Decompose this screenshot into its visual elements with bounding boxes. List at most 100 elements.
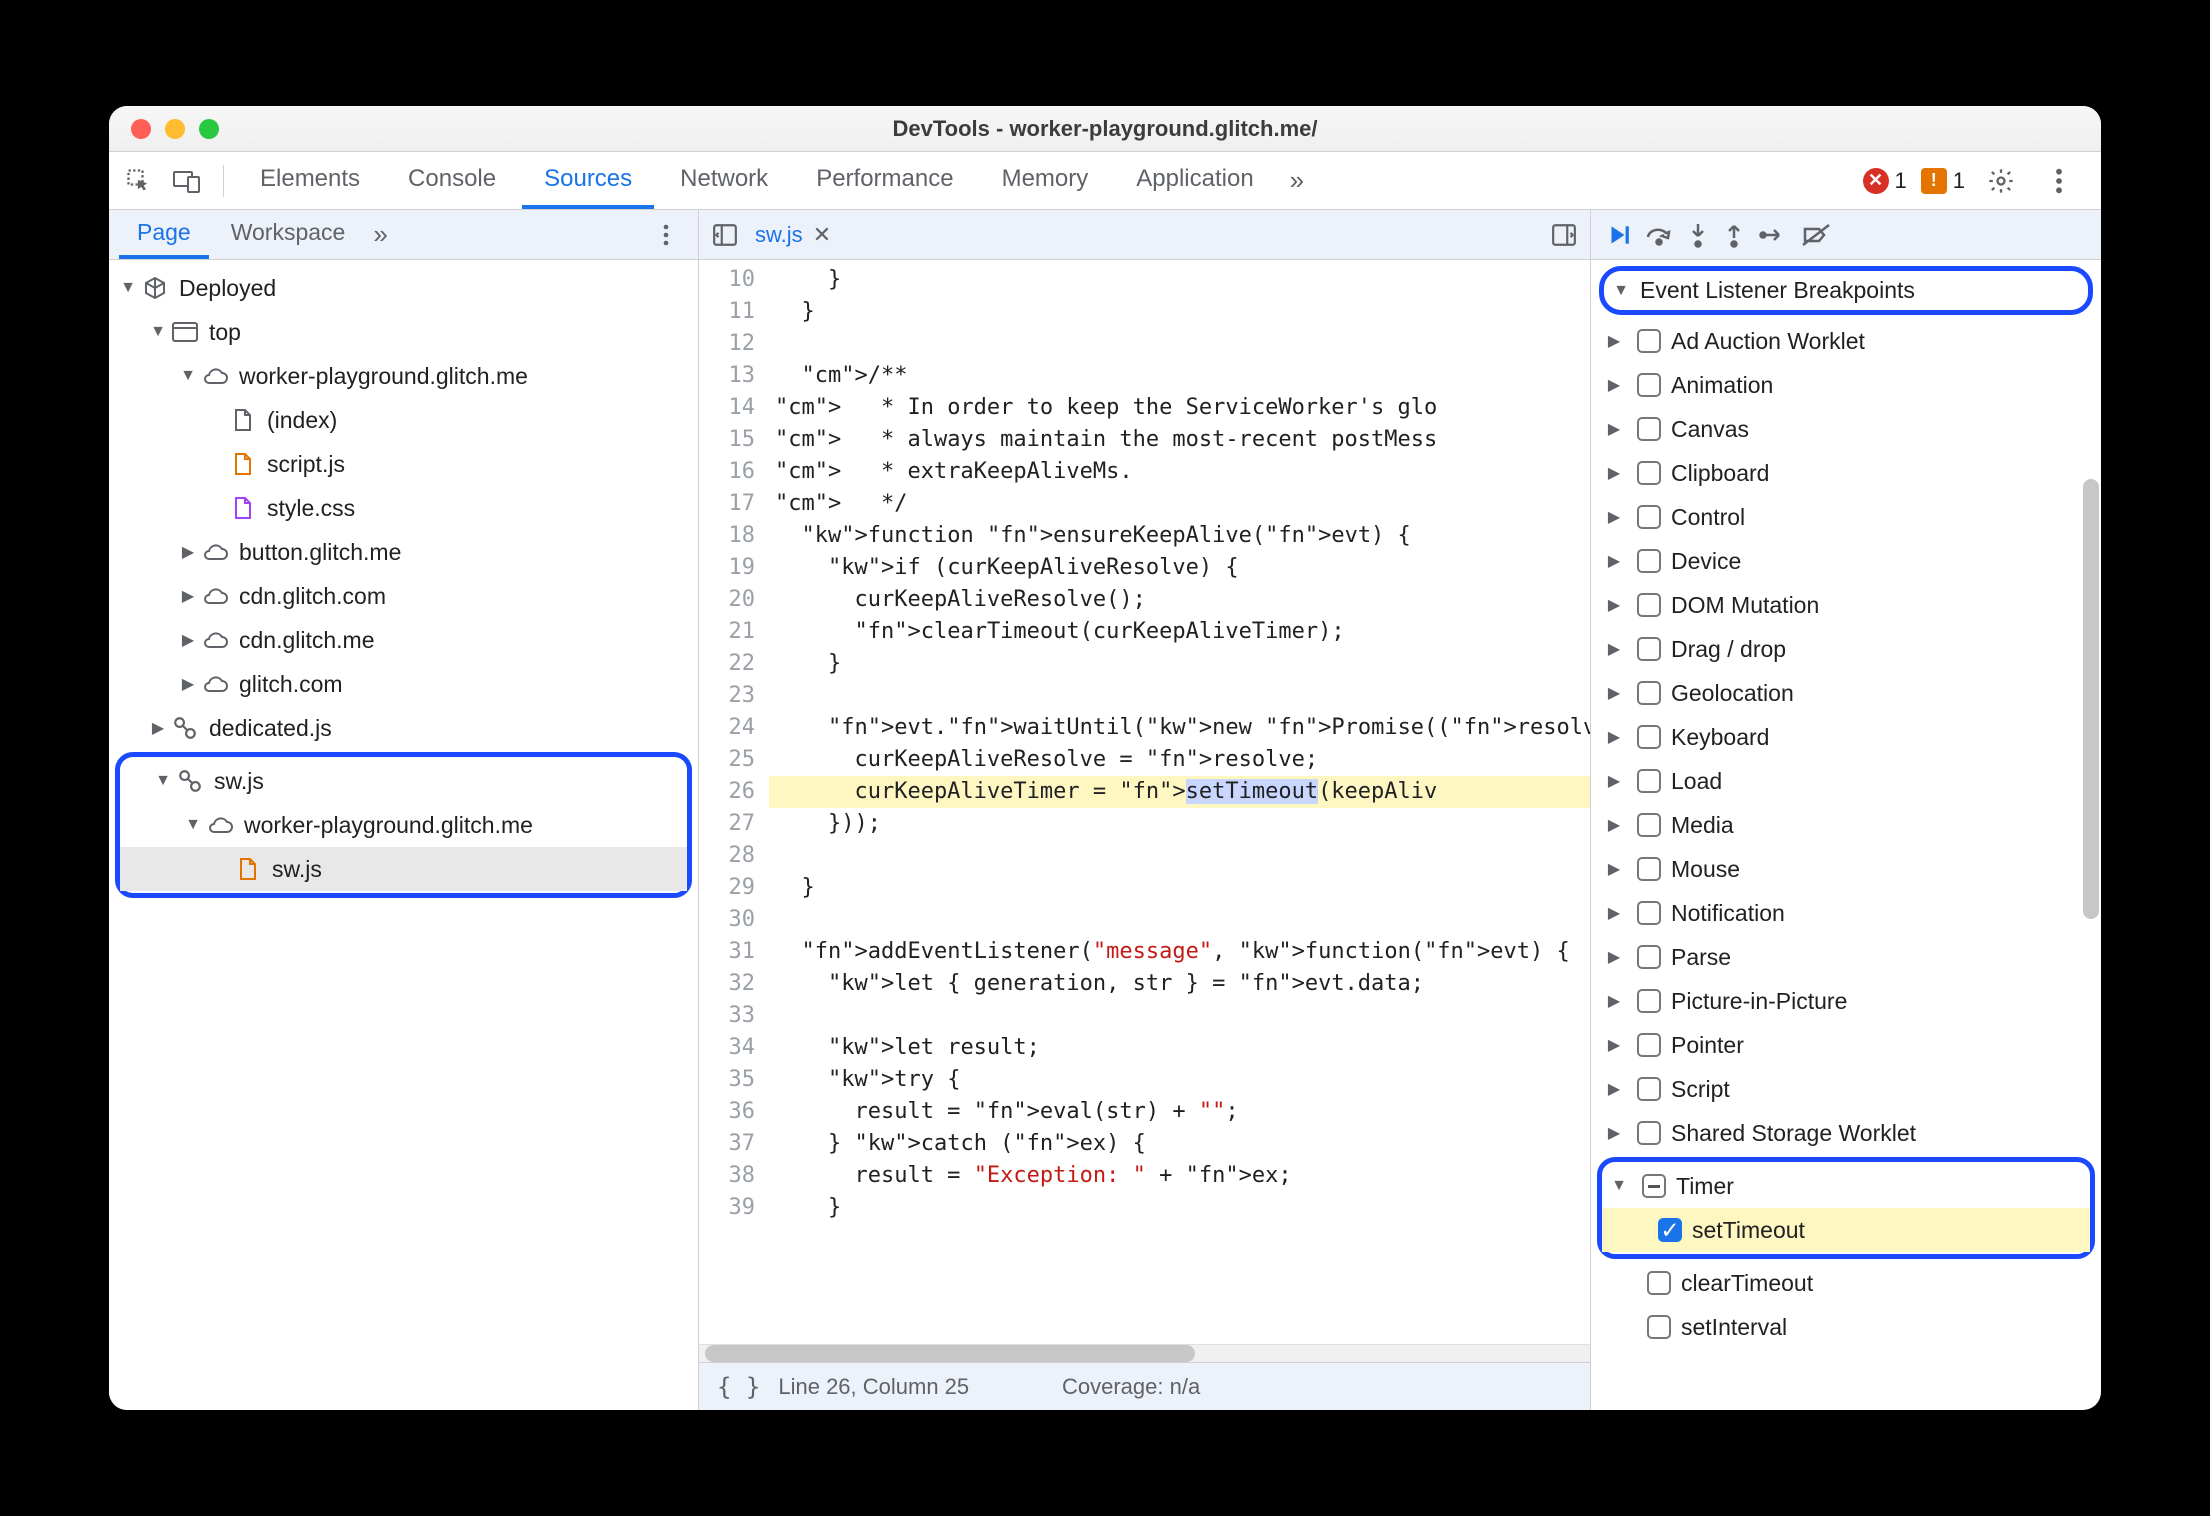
tree-domain[interactable]: ▼worker-playground.glitch.me — [109, 354, 698, 398]
category-row[interactable]: ▶Clipboard — [1591, 451, 2101, 495]
checkbox-icon[interactable] — [1637, 637, 1661, 661]
tree-domain-cdn-me[interactable]: ▶cdn.glitch.me — [109, 618, 698, 662]
horizontal-scrollbar[interactable] — [699, 1344, 1590, 1362]
category-timer[interactable]: ▼Timer — [1602, 1164, 2090, 1208]
checkbox-icon[interactable] — [1647, 1315, 1671, 1339]
navigator-tab-workspace[interactable]: Workspace — [213, 210, 364, 259]
checkbox-icon[interactable] — [1637, 945, 1661, 969]
tree-deployed[interactable]: ▼Deployed — [109, 266, 698, 310]
timer-settimeout[interactable]: ✓setTimeout — [1602, 1208, 2090, 1252]
navigator-more-icon[interactable] — [644, 213, 688, 257]
checkbox-icon[interactable] — [1637, 725, 1661, 749]
device-toggle-icon[interactable] — [165, 159, 209, 203]
minimize-window-button[interactable] — [165, 119, 185, 139]
category-row[interactable]: ▶DOM Mutation — [1591, 583, 2101, 627]
category-row[interactable]: ▶Load — [1591, 759, 2101, 803]
checkbox-icon[interactable] — [1637, 373, 1661, 397]
category-row[interactable]: ▶Drag / drop — [1591, 627, 2101, 671]
checkbox-icon[interactable] — [1637, 329, 1661, 353]
navigator-tab-page[interactable]: Page — [119, 210, 209, 259]
category-row[interactable]: ▶Animation — [1591, 363, 2101, 407]
warnings-badge[interactable]: !1 — [1921, 168, 1965, 194]
category-row[interactable]: ▶Shared Storage Worklet — [1591, 1111, 2101, 1155]
step-into-icon[interactable] — [1687, 222, 1709, 248]
category-row[interactable]: ▶Ad Auction Worklet — [1591, 319, 2101, 363]
tab-application[interactable]: Application — [1114, 152, 1275, 209]
category-row[interactable]: ▶Parse — [1591, 935, 2101, 979]
checkbox-icon[interactable] — [1637, 989, 1661, 1013]
tree-dedicated[interactable]: ▶dedicated.js — [109, 706, 698, 750]
tab-elements[interactable]: Elements — [238, 152, 382, 209]
step-out-icon[interactable] — [1723, 222, 1745, 248]
category-row[interactable]: ▶Picture-in-Picture — [1591, 979, 2101, 1023]
tree-domain-cdn-com[interactable]: ▶cdn.glitch.com — [109, 574, 698, 618]
toggle-debugger-icon[interactable] — [1544, 215, 1584, 255]
checkbox-icon[interactable] — [1637, 417, 1661, 441]
category-row[interactable]: ▶Canvas — [1591, 407, 2101, 451]
event-listener-breakpoints-header[interactable]: ▼Event Listener Breakpoints — [1599, 266, 2093, 315]
step-icon[interactable] — [1759, 223, 1787, 247]
resume-icon[interactable] — [1605, 222, 1631, 248]
checkbox-icon[interactable] — [1637, 1077, 1661, 1101]
checkbox-icon[interactable] — [1637, 593, 1661, 617]
category-row[interactable]: ▶Keyboard — [1591, 715, 2101, 759]
worker-icon — [176, 767, 204, 795]
more-menu-icon[interactable] — [2037, 159, 2081, 203]
deactivate-breakpoints-icon[interactable] — [1801, 223, 1831, 247]
timer-setinterval[interactable]: setInterval — [1591, 1305, 2101, 1349]
code-editor[interactable]: 1011121314151617181920212223242526272829… — [699, 260, 1590, 1344]
checkbox-icon[interactable] — [1637, 1121, 1661, 1145]
tabs-overflow-icon[interactable]: » — [1280, 165, 1314, 196]
checkbox-icon[interactable] — [1637, 1033, 1661, 1057]
category-row[interactable]: ▶Mouse — [1591, 847, 2101, 891]
checkbox-icon[interactable] — [1637, 901, 1661, 925]
tree-sw-root[interactable]: ▼sw.js — [120, 759, 687, 803]
vertical-scrollbar[interactable] — [2083, 479, 2099, 919]
checkbox-icon[interactable] — [1637, 505, 1661, 529]
tree-sw-domain[interactable]: ▼worker-playground.glitch.me — [120, 803, 687, 847]
tab-memory[interactable]: Memory — [980, 152, 1111, 209]
category-row[interactable]: ▶Control — [1591, 495, 2101, 539]
code-area[interactable]: } } "cm">/**"cm"> * In order to keep the… — [769, 260, 1590, 1344]
close-tab-icon[interactable]: ✕ — [813, 222, 831, 248]
checkbox-checked-icon[interactable]: ✓ — [1658, 1218, 1682, 1242]
tab-console[interactable]: Console — [386, 152, 518, 209]
tab-sources[interactable]: Sources — [522, 152, 654, 209]
timer-cleartimeout[interactable]: clearTimeout — [1591, 1261, 2101, 1305]
file-tree[interactable]: ▼Deployed ▼top ▼worker-playground.glitch… — [109, 260, 698, 1410]
breakpoint-categories[interactable]: ▶Ad Auction Worklet▶Animation▶Canvas▶Cli… — [1591, 319, 2101, 1410]
checkbox-icon[interactable] — [1637, 813, 1661, 837]
tree-top[interactable]: ▼top — [109, 310, 698, 354]
category-row[interactable]: ▶Script — [1591, 1067, 2101, 1111]
tree-domain-button[interactable]: ▶button.glitch.me — [109, 530, 698, 574]
inspect-element-icon[interactable] — [117, 159, 161, 203]
category-row[interactable]: ▶Device — [1591, 539, 2101, 583]
category-row[interactable]: ▶Notification — [1591, 891, 2101, 935]
tree-sw-file[interactable]: sw.js — [120, 847, 687, 891]
checkbox-icon[interactable] — [1637, 857, 1661, 881]
checkbox-icon[interactable] — [1637, 769, 1661, 793]
errors-badge[interactable]: ✕1 — [1863, 168, 1907, 194]
step-over-icon[interactable] — [1645, 223, 1673, 247]
tree-file-index[interactable]: (index) — [109, 398, 698, 442]
tree-file-style[interactable]: style.css — [109, 486, 698, 530]
zoom-window-button[interactable] — [199, 119, 219, 139]
navigator-tabs-overflow-icon[interactable]: » — [367, 219, 393, 250]
settings-icon[interactable] — [1979, 159, 2023, 203]
close-window-button[interactable] — [131, 119, 151, 139]
category-row[interactable]: ▶Media — [1591, 803, 2101, 847]
checkbox-indeterminate-icon[interactable] — [1642, 1174, 1666, 1198]
tab-performance[interactable]: Performance — [794, 152, 975, 209]
tree-domain-glitch[interactable]: ▶glitch.com — [109, 662, 698, 706]
toggle-navigator-icon[interactable] — [705, 215, 745, 255]
tab-network[interactable]: Network — [658, 152, 790, 209]
editor-tab-swjs[interactable]: sw.js✕ — [745, 222, 841, 248]
checkbox-icon[interactable] — [1637, 549, 1661, 573]
pretty-print-icon[interactable]: { } — [717, 1373, 760, 1401]
checkbox-icon[interactable] — [1647, 1271, 1671, 1295]
category-row[interactable]: ▶Pointer — [1591, 1023, 2101, 1067]
checkbox-icon[interactable] — [1637, 681, 1661, 705]
category-row[interactable]: ▶Geolocation — [1591, 671, 2101, 715]
tree-file-script[interactable]: script.js — [109, 442, 698, 486]
checkbox-icon[interactable] — [1637, 461, 1661, 485]
